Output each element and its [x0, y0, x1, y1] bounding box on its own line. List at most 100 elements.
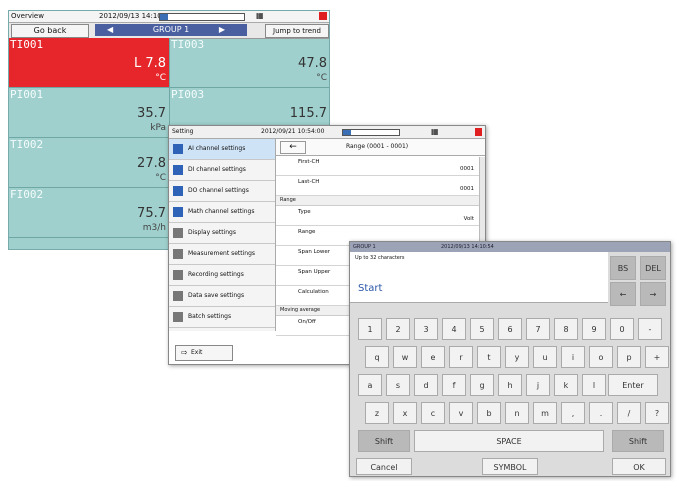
shift-right-key[interactable]: Shift	[612, 430, 664, 452]
key[interactable]: 9	[582, 318, 606, 340]
menu-item[interactable]: DI channel settings	[169, 160, 275, 181]
key[interactable]: n	[505, 402, 529, 424]
channel-cell[interactable]: TI001 L 7.8 °C	[9, 38, 170, 88]
exit-button[interactable]: ⇨ Exit	[175, 345, 233, 361]
key[interactable]: i	[561, 346, 585, 368]
key[interactable]: 8	[554, 318, 578, 340]
channel-unit: °C	[155, 73, 166, 83]
key[interactable]: h	[498, 374, 522, 396]
group-name: GROUP 1	[152, 25, 190, 34]
range-label: Range	[298, 229, 316, 235]
key[interactable]: 5	[470, 318, 494, 340]
setting-title-bar: Setting 2012/09/21 10:54:00 ▦	[169, 126, 485, 139]
grid-icon[interactable]: ▦	[256, 12, 264, 20]
key[interactable]: 6	[498, 318, 522, 340]
key[interactable]: +	[645, 346, 669, 368]
cursor-right-key[interactable]: →	[640, 282, 666, 306]
key[interactable]: k	[554, 374, 578, 396]
symbol-button[interactable]: SYMBOL	[482, 458, 538, 475]
jump-to-trend-button[interactable]: Jump to trend	[265, 24, 329, 38]
enter-key[interactable]: Enter	[608, 374, 658, 396]
key[interactable]: y	[505, 346, 529, 368]
math-channel-icon	[173, 207, 183, 217]
go-back-button[interactable]: Go back	[11, 24, 89, 38]
keyboard-title: GROUP 1	[353, 244, 376, 250]
cancel-button[interactable]: Cancel	[356, 458, 412, 475]
key[interactable]: b	[477, 402, 501, 424]
grid-icon[interactable]: ▦	[431, 128, 439, 136]
key[interactable]: r	[449, 346, 473, 368]
key[interactable]: x	[393, 402, 417, 424]
menu-item[interactable]: Display settings	[169, 223, 275, 244]
key[interactable]: 1	[358, 318, 382, 340]
key[interactable]: a	[358, 374, 382, 396]
ok-button[interactable]: OK	[612, 458, 666, 475]
key[interactable]: g	[470, 374, 494, 396]
key[interactable]: 3	[414, 318, 438, 340]
key[interactable]: c	[421, 402, 445, 424]
channel-cell[interactable]: FI002 75.7 m3/h	[9, 188, 170, 238]
channel-unit: m3/h	[142, 223, 166, 233]
alarm-icon[interactable]	[475, 128, 482, 136]
key[interactable]: 0	[610, 318, 634, 340]
key[interactable]: /	[617, 402, 641, 424]
group-selector[interactable]: ◀ GROUP 1 ▶	[95, 24, 247, 36]
key[interactable]: p	[617, 346, 641, 368]
backspace-key[interactable]: BS	[610, 256, 636, 280]
alarm-icon[interactable]	[319, 12, 327, 20]
text-input-value[interactable]: Start	[358, 283, 382, 294]
key[interactable]: ,	[561, 402, 585, 424]
menu-item[interactable]: Recording settings	[169, 265, 275, 286]
key[interactable]: ?	[645, 402, 669, 424]
channel-tag: FI002	[10, 188, 44, 201]
type-value: Volt	[463, 216, 474, 222]
shift-left-key[interactable]: Shift	[358, 430, 410, 452]
cursor-left-key[interactable]: ←	[610, 282, 636, 306]
key[interactable]: e	[421, 346, 445, 368]
delete-key[interactable]: DEL	[640, 256, 666, 280]
menu-item[interactable]: AI channel settings	[169, 139, 275, 160]
space-key[interactable]: SPACE	[414, 430, 604, 452]
channel-cell[interactable]: PI001 35.7 kPa	[9, 88, 170, 138]
menu-item[interactable]: Measurement settings	[169, 244, 275, 265]
key[interactable]: l	[582, 374, 606, 396]
menu-item[interactable]: Batch settings	[169, 307, 275, 328]
key[interactable]: m	[533, 402, 557, 424]
channel-cell[interactable]: TI003 47.8 °C	[170, 38, 329, 88]
setting-datetime: 2012/09/21 10:54:00	[261, 128, 325, 135]
menu-item[interactable]: DO channel settings	[169, 181, 275, 202]
key[interactable]: o	[589, 346, 613, 368]
menu-item[interactable]: Data save settings	[169, 286, 275, 307]
group-next-icon[interactable]: ▶	[219, 24, 225, 36]
last-ch-row[interactable]: Last-CH 0001	[276, 176, 485, 196]
key[interactable]: w	[393, 346, 417, 368]
key[interactable]: .	[589, 402, 613, 424]
channel-tag: TI002	[10, 138, 44, 151]
key[interactable]: 4	[442, 318, 466, 340]
key[interactable]: v	[449, 402, 473, 424]
menu-item-label: Batch settings	[188, 313, 232, 320]
key[interactable]: t	[477, 346, 501, 368]
key[interactable]: 2	[386, 318, 410, 340]
key[interactable]: -	[638, 318, 662, 340]
channel-tag: PI003	[171, 88, 205, 101]
text-input-area[interactable]: Up to 32 characters Start	[350, 252, 608, 303]
type-row[interactable]: Type Volt	[276, 206, 485, 226]
group-prev-icon[interactable]: ◀	[107, 24, 113, 36]
channel-cell[interactable]: TI002 27.8 °C	[9, 138, 170, 188]
range-title: Range (0001 - 0001)	[346, 143, 409, 150]
key[interactable]: d	[414, 374, 438, 396]
menu-item-label: Math channel settings	[188, 208, 255, 215]
key[interactable]: 7	[526, 318, 550, 340]
key[interactable]: j	[526, 374, 550, 396]
channel-unit: °C	[316, 73, 327, 83]
key[interactable]: q	[365, 346, 389, 368]
key[interactable]: f	[442, 374, 466, 396]
first-ch-row[interactable]: First-CH 0001	[276, 156, 485, 176]
last-ch-value: 0001	[460, 186, 474, 192]
key[interactable]: s	[386, 374, 410, 396]
back-arrow-icon[interactable]: ←	[280, 141, 306, 154]
key[interactable]: z	[365, 402, 389, 424]
key[interactable]: u	[533, 346, 557, 368]
menu-item[interactable]: Math channel settings	[169, 202, 275, 223]
